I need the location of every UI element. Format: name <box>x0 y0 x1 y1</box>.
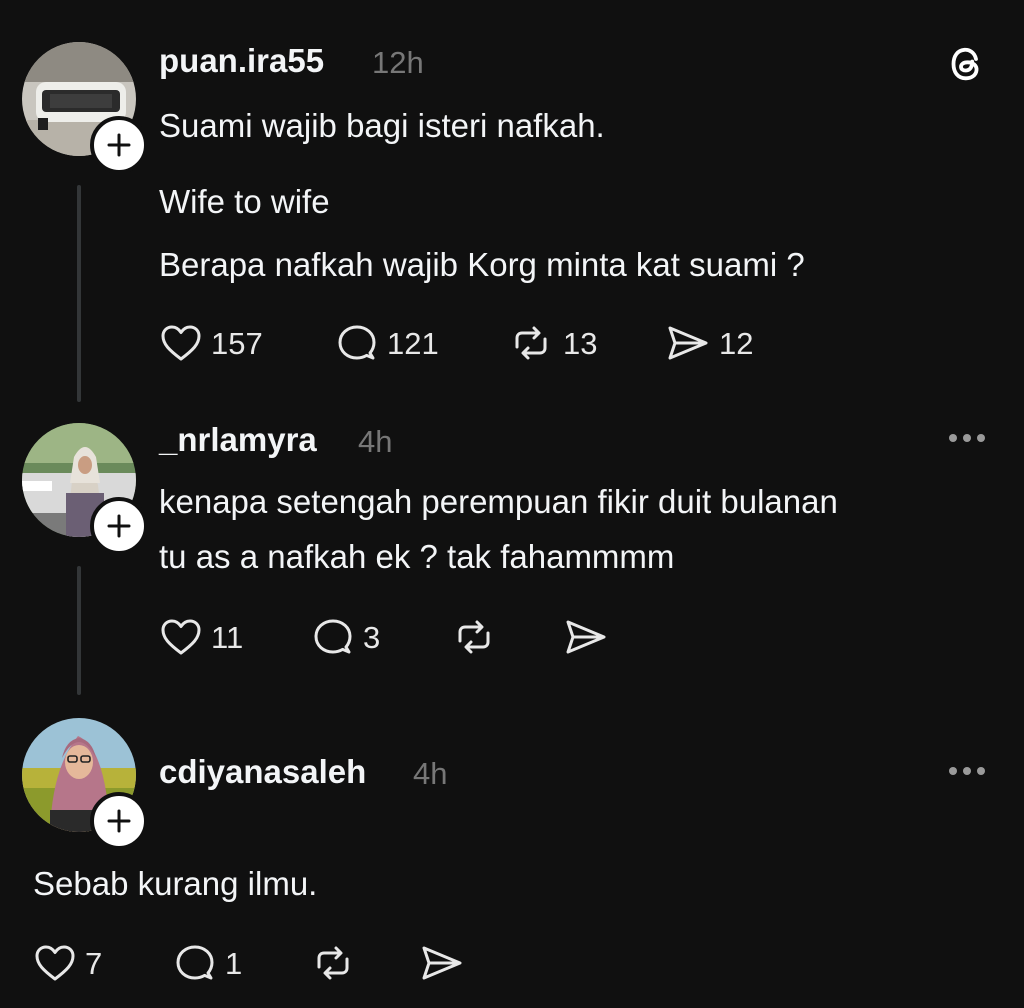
share-count: 12 <box>719 325 754 361</box>
like-count: 7 <box>85 945 103 981</box>
share-button[interactable] <box>419 943 465 983</box>
follow-button-puan-ira55[interactable] <box>90 116 148 174</box>
username[interactable]: _nrlamyra <box>159 423 317 456</box>
post-text-line: Sebab kurang ilmu. <box>33 865 318 902</box>
plus-icon <box>107 809 131 833</box>
post-text-line: Berapa nafkah wajib Korg minta kat suami… <box>159 246 805 283</box>
heart-icon <box>161 325 201 361</box>
like-button[interactable]: 157 <box>159 323 263 363</box>
like-count: 157 <box>211 325 263 361</box>
plus-icon <box>107 514 131 538</box>
more-icon[interactable] <box>949 434 985 442</box>
thread-line <box>77 566 81 695</box>
username[interactable]: cdiyanasaleh <box>159 755 366 788</box>
username[interactable]: puan.ira55 <box>159 44 324 77</box>
repost-button[interactable] <box>309 943 357 983</box>
like-count: 11 <box>211 619 244 655</box>
repost-icon <box>458 620 490 654</box>
post-text-line: Wife to wife <box>159 183 330 220</box>
share-button[interactable]: 12 <box>665 323 753 363</box>
repost-count: 13 <box>563 325 598 361</box>
follow-button-cdiyanasaleh[interactable] <box>90 792 148 850</box>
repost-button[interactable] <box>450 617 498 657</box>
send-icon <box>566 620 606 654</box>
post-text-line: tu as a nafkah ek ? tak fahammmm <box>159 538 675 575</box>
comment-icon <box>338 325 376 360</box>
repost-icon <box>317 946 349 980</box>
send-icon <box>668 326 708 360</box>
more-icon[interactable] <box>949 767 985 775</box>
plus-icon <box>107 133 131 157</box>
post-time: 4h <box>358 424 393 459</box>
thread-line <box>77 185 81 402</box>
threads-logo-icon[interactable] <box>945 42 989 86</box>
like-button[interactable]: 11 <box>159 617 243 657</box>
heart-icon <box>35 945 75 981</box>
reply-button[interactable]: 121 <box>335 323 439 363</box>
follow-button-nrlamyra[interactable] <box>90 497 148 555</box>
post-time: 12h <box>372 45 424 80</box>
comment-icon <box>176 945 214 980</box>
post-text-line: Suami wajib bagi isteri nafkah. <box>159 107 605 144</box>
send-icon <box>422 946 462 980</box>
comment-icon <box>314 619 352 654</box>
reply-button[interactable]: 1 <box>173 943 242 983</box>
reply-count: 1 <box>225 945 243 981</box>
like-button[interactable]: 7 <box>33 943 102 983</box>
reply-count: 121 <box>387 325 439 361</box>
post-text-line: kenapa setengah perempuan fikir duit bul… <box>159 483 838 520</box>
repost-icon <box>515 326 547 360</box>
post-time: 4h <box>413 756 448 791</box>
reply-button[interactable]: 3 <box>311 617 380 657</box>
repost-button[interactable]: 13 <box>507 323 597 363</box>
heart-icon <box>161 619 201 655</box>
share-button[interactable] <box>563 617 609 657</box>
reply-count: 3 <box>363 619 381 655</box>
